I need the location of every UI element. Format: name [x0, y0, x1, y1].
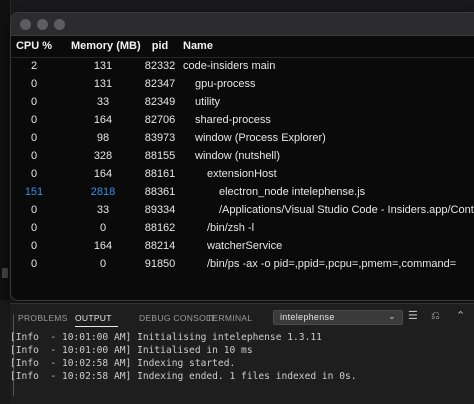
- memory-cell: 164: [93, 114, 113, 126]
- process-rows: 2 131 82332 code-insiders main 0 131 82347 gpu-…: [11, 58, 474, 274]
- name-cell: window (nutshell): [195, 150, 280, 162]
- table-row[interactable]: 0 164 88161 extensionHost: [11, 166, 474, 184]
- table-row[interactable]: 0 98 83973 window (Process Explorer): [11, 130, 474, 148]
- memory-cell: 131: [93, 78, 113, 90]
- table-row[interactable]: 151 2818 88361 electron_node intelephense.j…: [11, 184, 474, 202]
- table-row[interactable]: 0 33 89334/Applications/Visual Studio Code…: [11, 202, 474, 220]
- table-row[interactable]: 0 0 91850/bin/ps -ax -o pid=,ppid=,pcpu=,p…: [11, 256, 474, 274]
- process-explorer-window: CPU % Memory (MB) pid Name 2 131 82332 code…: [10, 12, 474, 301]
- memory-cell: 98: [96, 132, 110, 144]
- log-line: [Info - 10:01:00 AM] Initialised in 10 m…: [10, 345, 253, 356]
- pid-cell: 82332: [144, 60, 176, 72]
- cpu-cell: 0: [30, 132, 38, 144]
- memory-cell: 328: [93, 150, 113, 162]
- cpu-cell: 0: [30, 114, 38, 126]
- column-header-memory[interactable]: Memory (MB): [71, 40, 141, 52]
- cpu-cell: 0: [30, 204, 38, 216]
- title-bar: [11, 13, 474, 36]
- name-cell: extensionHost: [207, 168, 277, 180]
- active-tab-indicator: [75, 326, 118, 327]
- memory-cell: 164: [93, 168, 113, 180]
- name-cell: electron_node intelephense.js: [219, 186, 366, 198]
- table-row[interactable]: 0 164 88214 watcherService: [11, 238, 474, 256]
- log-line: [Info - 10:01:00 AM] Initialising intele…: [10, 332, 322, 343]
- panel-tabs: PROBLEMS OUTPUT DEBUG CONSOLE TERMINAL i…: [10, 304, 474, 330]
- table-row[interactable]: 0 164 82706 shared-process: [11, 112, 474, 130]
- pid-cell: 88361: [144, 186, 176, 198]
- pid-cell: 88155: [144, 150, 176, 162]
- table-header: CPU % Memory (MB) pid Name: [11, 35, 474, 58]
- table-row[interactable]: 2 131 82332 code-insiders main: [11, 58, 474, 76]
- pid-cell: 88162: [144, 222, 176, 234]
- cpu-cell: 2: [30, 60, 38, 72]
- log-line: [Info - 10:02:58 AM] Indexing started.: [10, 358, 236, 369]
- cpu-cell: 0: [30, 168, 38, 180]
- tab-terminal[interactable]: TERMINAL: [207, 313, 252, 323]
- memory-cell: 33: [96, 204, 110, 216]
- memory-cell: 2818: [90, 186, 116, 198]
- cpu-cell: 0: [30, 258, 38, 270]
- cpu-cell: 0: [30, 96, 38, 108]
- process-table: CPU % Memory (MB) pid Name 2 131 82332 code…: [11, 35, 474, 274]
- name-cell: shared-process: [195, 114, 271, 126]
- output-channel-label: intelephense: [280, 312, 335, 322]
- cpu-cell: 0: [30, 150, 38, 162]
- pid-cell: 82349: [144, 96, 176, 108]
- chevron-down-icon: ⌄: [388, 311, 396, 321]
- close-window-button[interactable]: [20, 19, 31, 30]
- maximize-panel-icon[interactable]: ⌃: [456, 310, 466, 322]
- tab-output[interactable]: OUTPUT: [75, 313, 112, 323]
- name-cell: /Applications/Visual Studio Code - Insid…: [219, 204, 474, 216]
- column-header-cpu[interactable]: CPU %: [11, 40, 57, 52]
- pid-cell: 91850: [144, 258, 176, 270]
- name-cell: /bin/zsh -l: [207, 222, 255, 234]
- memory-cell: 131: [93, 60, 113, 72]
- name-cell: gpu-process: [195, 78, 256, 90]
- tab-problems[interactable]: PROBLEMS: [18, 313, 68, 323]
- pid-cell: 83973: [144, 132, 176, 144]
- minimize-window-button[interactable]: [37, 19, 48, 30]
- memory-cell: 164: [93, 240, 113, 252]
- cpu-cell: 151: [24, 186, 44, 198]
- cpu-cell: 0: [30, 222, 38, 234]
- column-header-name[interactable]: Name: [183, 40, 213, 52]
- column-header-pid[interactable]: pid: [139, 40, 181, 52]
- output-channel-select[interactable]: intelephense ⌄: [273, 310, 403, 325]
- edge-marker: [2, 268, 8, 278]
- bottom-panel: PROBLEMS OUTPUT DEBUG CONSOLE TERMINAL i…: [10, 303, 474, 404]
- tab-debug-console[interactable]: DEBUG CONSOLE: [139, 313, 217, 323]
- table-row[interactable]: 0 131 82347 gpu-process: [11, 76, 474, 94]
- table-row[interactable]: 0 328 88155 window (nutshell): [11, 148, 474, 166]
- pid-cell: 89334: [144, 204, 176, 216]
- cpu-cell: 0: [30, 240, 38, 252]
- pid-cell: 88161: [144, 168, 176, 180]
- lock-icon[interactable]: ⎌: [431, 310, 440, 322]
- table-row[interactable]: 0 33 82349 utility: [11, 94, 474, 112]
- name-cell: /bin/ps -ax -o pid=,ppid=,pcpu=,pmem=,co…: [207, 258, 457, 270]
- log-line: [Info - 10:02:58 AM] Indexing ended. 1 f…: [10, 371, 357, 382]
- memory-cell: 0: [99, 258, 107, 270]
- pid-cell: 88214: [144, 240, 176, 252]
- name-cell: watcherService: [207, 240, 283, 252]
- table-row[interactable]: 0 0 88162/bin/zsh -l: [11, 220, 474, 238]
- name-cell: utility: [195, 96, 221, 108]
- name-cell: code-insiders main: [183, 60, 276, 72]
- cpu-cell: 0: [30, 78, 38, 90]
- memory-cell: 0: [99, 222, 107, 234]
- name-cell: window (Process Explorer): [195, 132, 326, 144]
- pid-cell: 82347: [144, 78, 176, 90]
- clear-output-icon[interactable]: ☰: [408, 310, 418, 322]
- memory-cell: 33: [96, 96, 110, 108]
- zoom-window-button[interactable]: [54, 19, 65, 30]
- pid-cell: 82706: [144, 114, 176, 126]
- output-log: [Info - 10:01:00 AM] Initialising intele…: [10, 332, 357, 384]
